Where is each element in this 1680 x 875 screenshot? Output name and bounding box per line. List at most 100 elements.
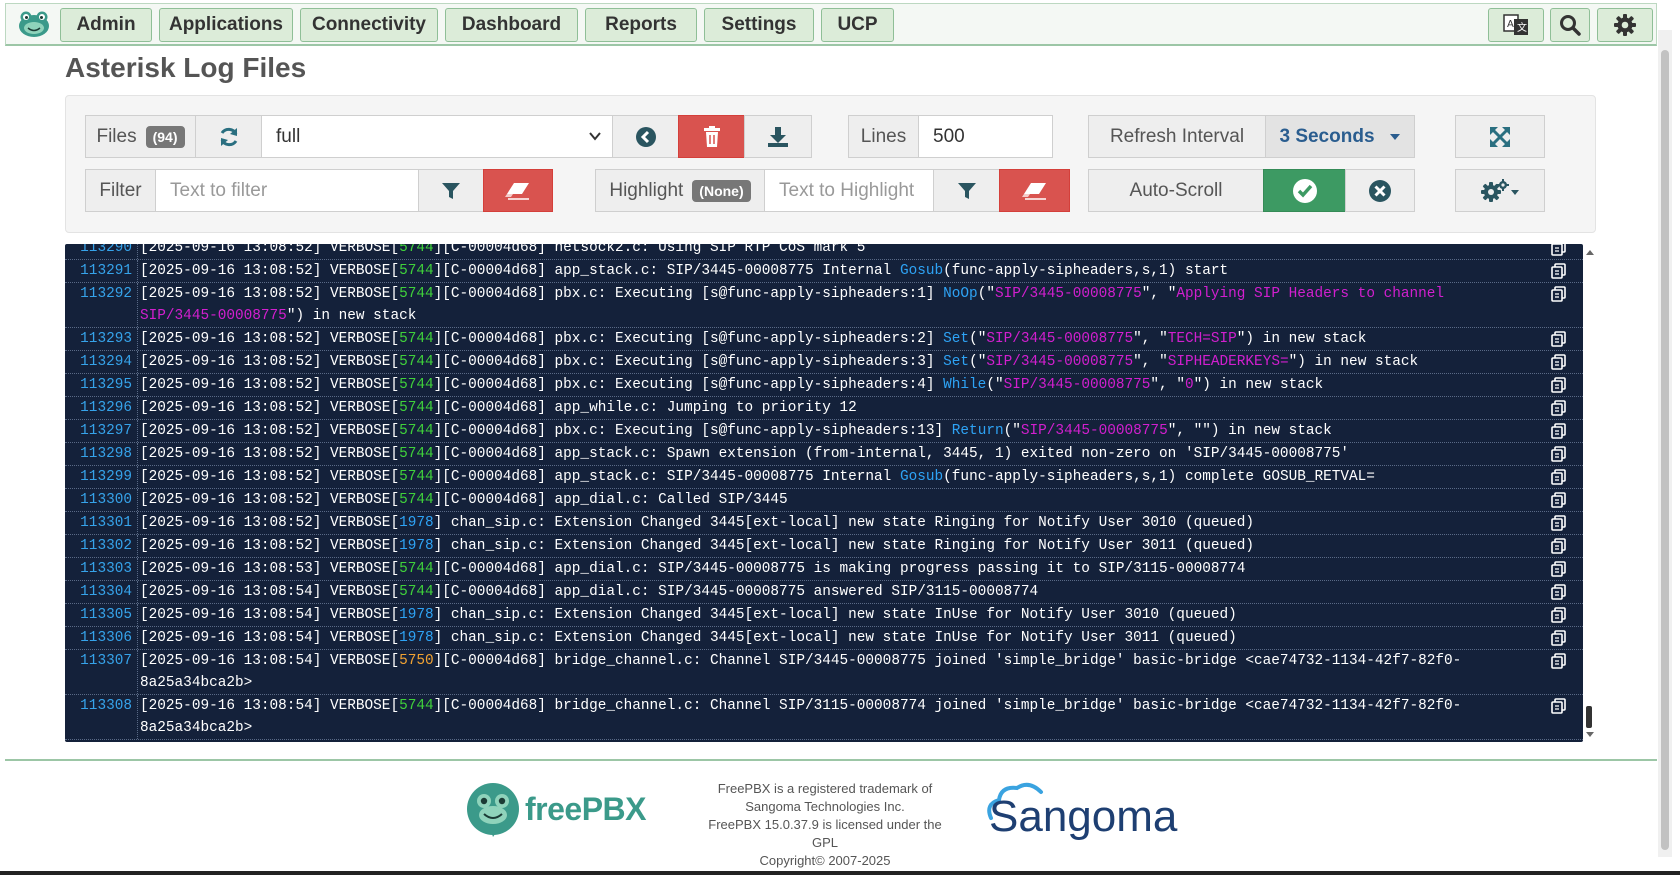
log-token: ] chan_sip.c: Extension Changed 3445[ext… <box>433 538 1255 554</box>
log-line-number: 113307 <box>65 650 138 694</box>
copy-icon[interactable] <box>1551 653 1567 669</box>
log-token: ][C-00004d68] app_stack.c: Spawn extensi… <box>433 446 1350 462</box>
copy-icon[interactable] <box>1551 630 1567 646</box>
freepbx-frog-icon <box>467 783 519 837</box>
copy-icon[interactable] <box>1551 331 1567 347</box>
log-token-fn: Set <box>943 354 970 370</box>
log-token: ", " <box>1133 354 1168 370</box>
log-token-pid: 5744 <box>399 354 434 370</box>
log-token-pid: 5744 <box>399 331 434 347</box>
copy-icon[interactable] <box>1551 400 1567 416</box>
log-line-number: 113299 <box>65 466 138 488</box>
frog-logo-icon[interactable] <box>16 9 52 39</box>
log-token: ][C-00004d68] app_dial.c: Called SIP/344… <box>433 492 788 508</box>
copy-icon[interactable] <box>1551 377 1567 393</box>
options-dropdown-button[interactable] <box>1455 169 1545 212</box>
nav-applications[interactable]: Applications <box>159 8 293 42</box>
fullscreen-button[interactable] <box>1455 115 1545 158</box>
refresh-files-button[interactable] <box>195 115 262 158</box>
log-token-str: 0 <box>1184 377 1194 393</box>
log-scrollbar[interactable] <box>1583 244 1597 742</box>
search-button[interactable] <box>1550 8 1590 42</box>
nav-admin[interactable]: Admin <box>60 8 152 42</box>
log-token: ][C-00004d68] app_dial.c: SIP/3445-00008… <box>433 584 1039 600</box>
scroll-up-arrow-icon <box>1586 250 1594 255</box>
filter-icon <box>442 182 460 199</box>
copy-icon[interactable] <box>1551 607 1567 623</box>
copy-icon[interactable] <box>1551 584 1567 600</box>
copy-icon[interactable] <box>1551 263 1567 279</box>
delete-file-button[interactable] <box>678 115 745 158</box>
log-file-select[interactable]: full <box>261 115 613 158</box>
svg-text:文: 文 <box>1517 21 1527 34</box>
log-token: 8a25a34bca2b> <box>140 720 253 736</box>
log-line-text: [2025-09-16 13:08:52] VERBOSE[1978] chan… <box>140 512 1547 534</box>
copy-icon[interactable] <box>1551 446 1567 462</box>
log-viewer[interactable]: 113290 [2025-09-16 13:08:52] VERBOSE[5744… <box>65 244 1583 742</box>
highlight-input[interactable]: Text to Highlight <box>764 169 934 212</box>
log-line-text: [2025-09-16 13:08:52] VERBOSE[5744][C-00… <box>140 260 1547 282</box>
sangoma-logo[interactable]: Sangoma <box>985 782 1210 842</box>
close-circle-icon <box>1369 179 1391 202</box>
filter-icon <box>957 182 976 199</box>
translate-button[interactable]: A 文 <box>1488 8 1544 42</box>
download-file-button[interactable] <box>744 115 812 158</box>
autoscroll-off-button[interactable] <box>1345 169 1415 212</box>
autoscroll-on-button[interactable] <box>1263 169 1346 212</box>
copy-icon[interactable] <box>1551 244 1567 256</box>
log-line-text-row: [2025-09-16 13:08:52] VERBOSE[5744][C-00… <box>140 328 1547 350</box>
copy-icon[interactable] <box>1551 469 1567 485</box>
filter-input[interactable]: Text to filter <box>155 169 419 212</box>
log-line-text: [2025-09-16 13:08:54] VERBOSE[5744][C-00… <box>140 581 1547 603</box>
log-scrollbar-thumb[interactable] <box>1586 706 1592 728</box>
apply-highlight-button[interactable] <box>933 169 1000 212</box>
log-line-number-text: 113307 <box>80 653 132 669</box>
clear-filter-button[interactable] <box>483 169 553 212</box>
log-line: 113303 [2025-09-16 13:08:53] VERBOSE[5744… <box>65 558 1583 581</box>
log-toolbar: Files (94) full Lines 500 Refresh Interv… <box>65 95 1596 233</box>
copy-icon[interactable] <box>1551 354 1567 370</box>
log-line-text-row: SIP/3445-00008775") in new stack <box>140 305 1547 327</box>
lines-input[interactable]: 500 <box>918 115 1053 158</box>
freepbx-logo[interactable]: freePBX <box>465 781 655 837</box>
log-token: ", " <box>1150 377 1185 393</box>
copy-icon[interactable] <box>1551 538 1567 554</box>
files-count-badge: (94) <box>145 125 185 148</box>
log-line-text: [2025-09-16 13:08:54] VERBOSE[1978] chan… <box>140 627 1547 649</box>
clear-highlight-button[interactable] <box>999 169 1070 212</box>
log-line: 113295 [2025-09-16 13:08:52] VERBOSE[5744… <box>65 374 1583 397</box>
nav-connectivity[interactable]: Connectivity <box>300 8 438 42</box>
page-scrollbar[interactable] <box>1658 30 1672 857</box>
copy-icon[interactable] <box>1551 561 1567 577</box>
nav-settings[interactable]: Settings <box>704 8 814 42</box>
nav-dashboard[interactable]: Dashboard <box>445 8 578 42</box>
nav-ucp[interactable]: UCP <box>821 8 894 42</box>
log-token: [2025-09-16 13:08:52] VERBOSE[ <box>140 515 400 531</box>
log-token: 8a25a34bca2b> <box>140 675 253 691</box>
page-scrollbar-thumb[interactable] <box>1661 50 1669 850</box>
copy-icon[interactable] <box>1551 492 1567 508</box>
settings-button[interactable] <box>1597 8 1653 42</box>
log-token-fn: Return <box>951 423 1004 439</box>
log-line-text: [2025-09-16 13:08:54] VERBOSE[5750][C-00… <box>140 650 1547 694</box>
log-line-number: 113302 <box>65 535 138 557</box>
autoscroll-label: Auto-Scroll <box>1088 169 1264 212</box>
log-line: 113291 [2025-09-16 13:08:52] VERBOSE[5744… <box>65 260 1583 283</box>
previous-file-button[interactable] <box>612 115 679 158</box>
copy-icon[interactable] <box>1551 286 1567 302</box>
nav-reports[interactable]: Reports <box>585 8 697 42</box>
apply-filter-button[interactable] <box>418 169 484 212</box>
log-token: ][C-00004d68] pbx.c: Executing [s@func-a… <box>433 377 944 393</box>
log-token: ][C-00004d68] app_stack.c: SIP/3445-0000… <box>433 263 900 279</box>
log-line-number: 113295 <box>65 374 138 396</box>
copy-icon[interactable] <box>1551 423 1567 439</box>
log-token: [2025-09-16 13:08:52] VERBOSE[ <box>140 244 400 256</box>
highlight-count-badge: (None) <box>692 179 751 202</box>
log-line-number: 113301 <box>65 512 138 534</box>
log-token-str: SIP/3445-00008775 <box>986 354 1134 370</box>
copy-icon[interactable] <box>1551 515 1567 531</box>
log-token: [2025-09-16 13:08:52] VERBOSE[ <box>140 446 400 462</box>
refresh-interval-dropdown[interactable]: 3 Seconds <box>1265 115 1415 158</box>
copy-icon[interactable] <box>1551 698 1567 714</box>
log-line-number: 113294 <box>65 351 138 373</box>
